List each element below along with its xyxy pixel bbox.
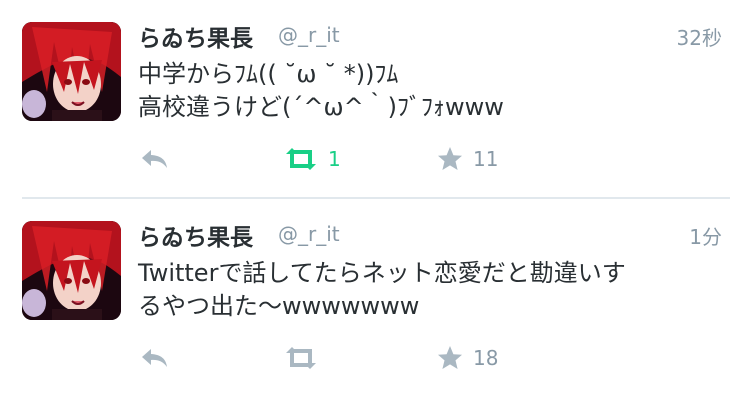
favorite-button[interactable]: 18 — [436, 342, 498, 374]
tweet-actions: 18 — [0, 342, 730, 374]
favorite-count: 11 — [473, 147, 499, 171]
favorite-count: 18 — [473, 346, 499, 370]
star-icon — [438, 346, 462, 369]
timestamp[interactable]: 32秒 — [677, 22, 722, 51]
retweet-button[interactable] — [283, 342, 328, 374]
display-name[interactable]: らゐち果長 — [138, 19, 253, 53]
avatar[interactable] — [22, 22, 121, 121]
tweet-text-line: Twitterで話してたらネット恋愛だと勘違いす — [138, 259, 626, 287]
reply-button[interactable] — [138, 143, 170, 175]
retweet-icon — [286, 347, 316, 369]
star-icon — [438, 147, 462, 170]
reply-icon — [142, 349, 167, 367]
tweet-actions: 1 11 — [0, 143, 730, 175]
tweet[interactable]: らゐち果長 @_r_it 32秒 中学からﾌﾑ(( ˘ω ˘ *))ﾌﾑ 高校違… — [0, 0, 730, 199]
tweet-text-line: 高校違うけど(´^ω^｀)ﾌﾞﾌｫwww — [138, 93, 504, 121]
retweet-button[interactable]: 1 — [283, 143, 341, 175]
reply-icon — [142, 150, 167, 168]
tweet-text: Twitterで話してたらネット恋愛だと勘違いす るやつ出た〜wwwwwww — [138, 257, 718, 323]
reply-button[interactable] — [138, 342, 170, 374]
tweet-text: 中学からﾌﾑ(( ˘ω ˘ *))ﾌﾑ 高校違うけど(´^ω^｀)ﾌﾞﾌｫwww — [138, 58, 718, 124]
tweet-text-line: 中学からﾌﾑ(( ˘ω ˘ *))ﾌﾑ — [138, 60, 399, 88]
avatar[interactable] — [22, 221, 121, 320]
username[interactable]: @_r_it — [278, 23, 340, 47]
retweet-icon — [286, 148, 316, 170]
username[interactable]: @_r_it — [278, 222, 340, 246]
retweet-count: 1 — [328, 147, 341, 171]
display-name[interactable]: らゐち果長 — [138, 218, 253, 252]
timestamp[interactable]: 1分 — [689, 221, 722, 250]
tweet[interactable]: らゐち果長 @_r_it 1分 Twitterで話してたらネット恋愛だと勘違いす… — [0, 199, 730, 396]
tweet-text-line: るやつ出た〜wwwwwww — [138, 292, 420, 320]
favorite-button[interactable]: 11 — [436, 143, 498, 175]
